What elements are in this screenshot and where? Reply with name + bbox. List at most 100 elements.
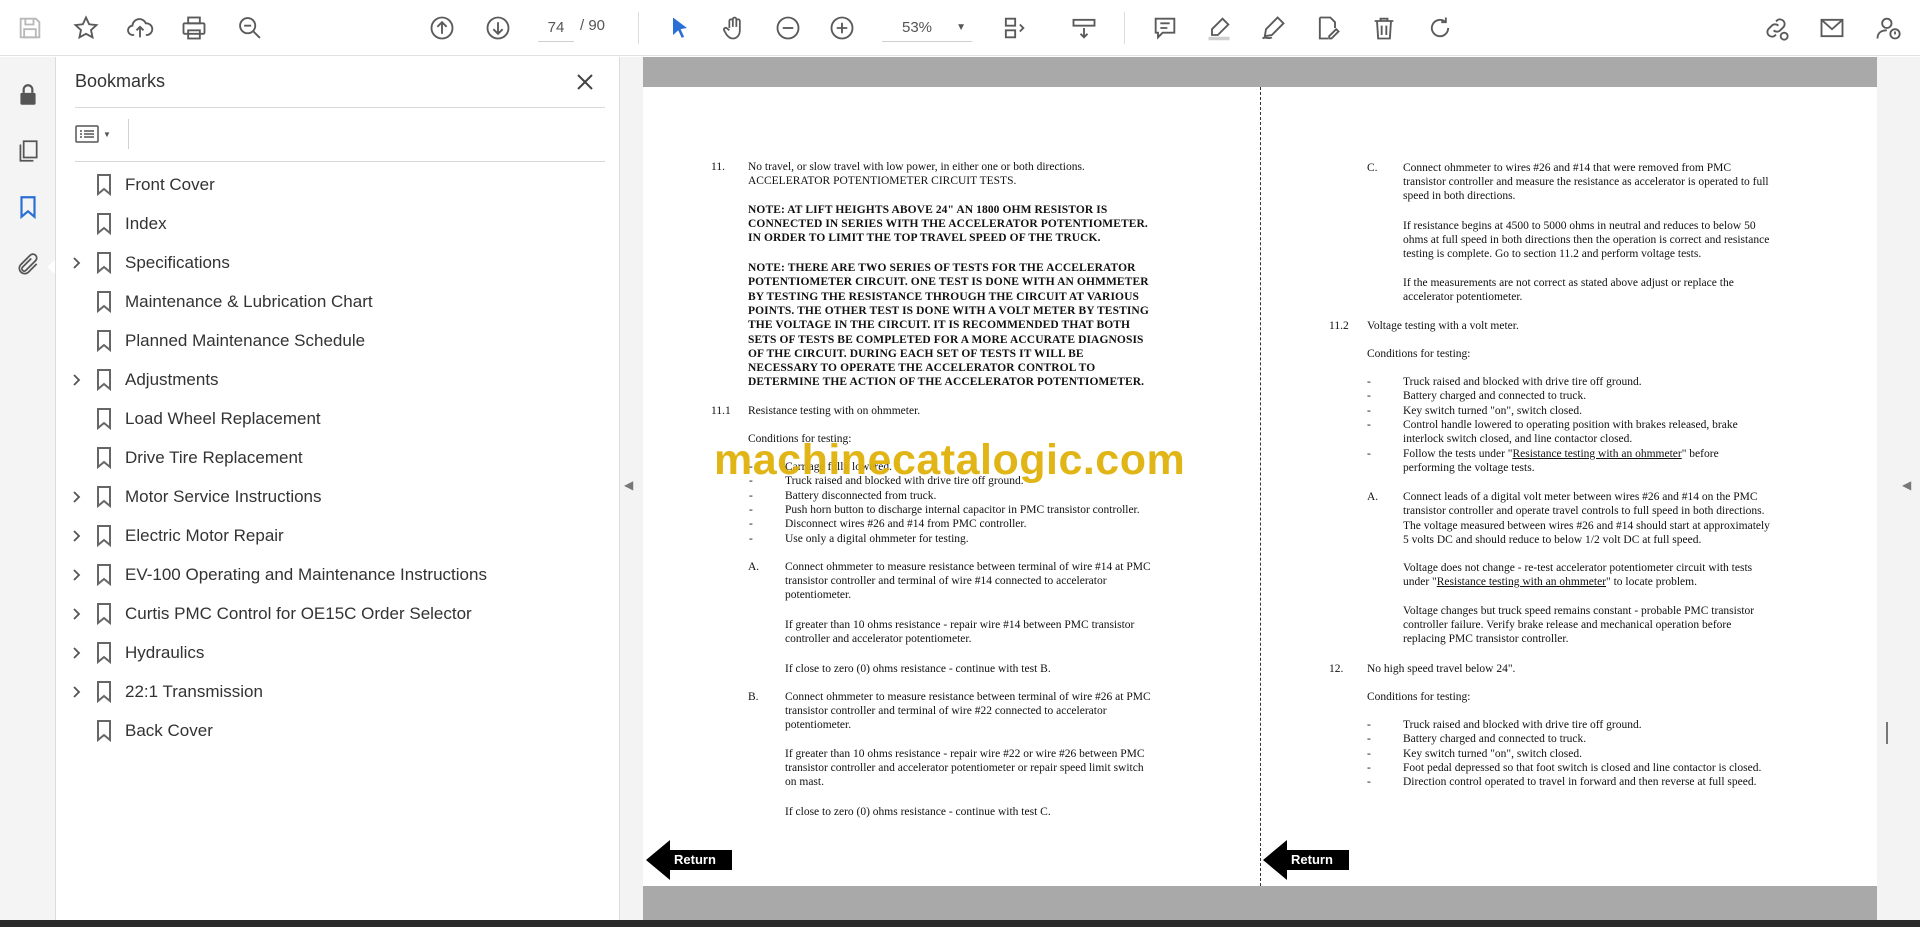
page-divider <box>1260 87 1261 886</box>
bookmark-label: Planned Maintenance Schedule <box>125 330 366 350</box>
zoom-out-icon[interactable] <box>768 8 808 48</box>
share-link-icon[interactable] <box>1756 8 1796 48</box>
bookmark-icon <box>96 485 112 508</box>
section-number: 11.1 <box>711 405 731 417</box>
zoom-in-icon[interactable] <box>822 8 862 48</box>
zoom-select[interactable]: 53% ▼ <box>882 13 972 42</box>
previous-page-icon[interactable] <box>422 8 462 48</box>
text-line: transistor controller and measure the re… <box>1403 176 1769 188</box>
text-line: Connect leads of a digital volt meter be… <box>1403 491 1758 503</box>
page-fit-icon[interactable] <box>994 8 1034 48</box>
bookmark-item[interactable]: Hydraulics <box>56 633 620 672</box>
bookmark-label: Drive Tire Replacement <box>125 447 303 467</box>
bookmark-icon <box>96 563 112 586</box>
lock-icon[interactable] <box>10 77 46 113</box>
vertical-scrollbar-thumb[interactable] <box>1886 722 1888 744</box>
conditions-label: Conditions for testing: <box>1367 348 1471 360</box>
bookmark-icon <box>96 680 112 703</box>
left-nav-rail <box>0 57 56 920</box>
select-cursor-icon[interactable] <box>660 8 700 48</box>
bookmark-item[interactable]: Back Cover <box>56 711 620 750</box>
paragraph: If close to zero (0) ohms resistance - c… <box>785 663 1051 675</box>
bookmark-item[interactable]: Planned Maintenance Schedule <box>56 321 620 360</box>
rotate-icon[interactable] <box>1420 8 1460 48</box>
bookmark-item[interactable]: Specifications <box>56 243 620 282</box>
attachment-icon[interactable] <box>10 247 46 283</box>
bookmark-options-button[interactable]: ▼ <box>75 119 121 149</box>
bookmark-item[interactable]: EV-100 Operating and Maintenance Instruc… <box>56 555 620 594</box>
bookmark-panel-icon[interactable] <box>10 189 46 225</box>
chevron-right-icon[interactable] <box>70 490 84 504</box>
return-arrow-icon <box>646 840 670 880</box>
taskbar-strip <box>0 920 1920 927</box>
text-line: controller and accelerator potentiometer… <box>785 633 972 645</box>
bookmarks-panel: Bookmarks ▼ Front Cover Index Specificatio… <box>56 57 620 920</box>
highlighter-icon[interactable] <box>1199 8 1239 48</box>
bookmark-icon <box>96 212 112 235</box>
text-line: NOTE: AT LIFT HEIGHTS ABOVE 24" AN 1800 … <box>748 204 1108 216</box>
page-gap <box>643 57 1877 87</box>
text-line: transistor controller and terminal of wi… <box>785 575 1107 587</box>
cross-reference-link[interactable]: Resistance testing with an ohmmeter <box>1512 448 1681 460</box>
next-page-icon[interactable] <box>478 8 518 48</box>
bookmark-item[interactable]: Index <box>56 204 620 243</box>
chevron-right-icon[interactable] <box>70 568 84 582</box>
comment-icon[interactable] <box>1145 8 1185 48</box>
bookmark-item[interactable]: Load Wheel Replacement <box>56 399 620 438</box>
bookmark-item[interactable]: 22:1 Transmission <box>56 672 620 711</box>
chevron-right-icon[interactable] <box>70 529 84 543</box>
chevron-right-icon[interactable] <box>70 685 84 699</box>
bookmark-item[interactable]: Adjustments <box>56 360 620 399</box>
conditions-label: Conditions for testing: <box>1367 691 1471 703</box>
draw-pen-icon[interactable] <box>1253 8 1293 48</box>
hand-tool-icon[interactable] <box>714 8 754 48</box>
return-button[interactable]: Return <box>1263 840 1349 880</box>
text-line: testing is complete. Go to section 11.2 … <box>1403 248 1702 260</box>
text-line: potentiometer. <box>785 719 852 731</box>
print-icon[interactable] <box>174 8 214 48</box>
return-button[interactable]: Return <box>646 840 732 880</box>
page-number-input[interactable] <box>538 13 574 42</box>
bullet-text: interlock switch closed, and line contac… <box>1403 433 1633 446</box>
text-line: Voltage changes but truck speed remains … <box>1403 605 1755 617</box>
text-line: potentiometer. <box>785 589 852 601</box>
chevron-right-icon[interactable] <box>70 256 84 270</box>
text-line: on mast. <box>785 776 824 788</box>
panel-divider <box>75 161 605 162</box>
return-label: Return <box>670 850 732 870</box>
bookmark-label: Motor Service Instructions <box>125 486 322 506</box>
bookmark-item[interactable]: Electric Motor Repair <box>56 516 620 555</box>
bullet-text: Follow the tests under "Resistance testi… <box>1403 447 1719 460</box>
text-line: transistor controller and operate travel… <box>1403 505 1765 518</box>
bookmark-label: Adjustments <box>125 369 219 389</box>
bookmark-item[interactable]: Motor Service Instructions <box>56 477 620 516</box>
save-icon[interactable] <box>10 8 50 48</box>
email-icon[interactable] <box>1812 8 1852 48</box>
cross-reference-link[interactable]: Resistance testing with an ohmmeter <box>1437 576 1606 588</box>
upload-cloud-icon[interactable] <box>120 8 160 48</box>
text-line: SETS OF TESTS BE COMPLETED FOR A MORE AC… <box>748 333 1144 346</box>
bullet-text: Battery charged and connected to truck. <box>1403 390 1587 403</box>
watermark-text: machinecatalogic.com <box>714 436 1186 484</box>
bookmark-item[interactable]: Front Cover <box>56 165 620 204</box>
text-line: NOTE: THERE ARE TWO SERIES OF TESTS FOR … <box>748 262 1136 274</box>
close-icon[interactable] <box>570 67 600 97</box>
text-line: replacing PMC transistor controller. <box>1403 633 1569 645</box>
bookmark-item[interactable]: Maintenance & Lubrication Chart <box>56 282 620 321</box>
chevron-right-icon[interactable] <box>70 373 84 387</box>
chevron-down-icon: ▼ <box>956 21 966 33</box>
bullet-text: Control handle lowered to operating posi… <box>1403 418 1738 431</box>
edit-document-icon[interactable] <box>1308 8 1348 48</box>
bookmark-item[interactable]: Drive Tire Replacement <box>56 438 620 477</box>
scroll-mode-icon[interactable] <box>1064 8 1104 48</box>
account-icon[interactable] <box>1868 8 1908 48</box>
collapse-panel-arrow-icon[interactable]: ◀ <box>624 478 633 492</box>
chevron-right-icon[interactable] <box>70 646 84 660</box>
search-zoom-icon[interactable] <box>230 8 270 48</box>
page-thumbnails-icon[interactable] <box>10 133 46 169</box>
expand-right-pane-arrow-icon[interactable]: ◀ <box>1902 478 1911 492</box>
delete-trash-icon[interactable] <box>1364 8 1404 48</box>
chevron-right-icon[interactable] <box>70 607 84 621</box>
bookmark-item[interactable]: Curtis PMC Control for OE15C Order Selec… <box>56 594 620 633</box>
star-icon[interactable] <box>66 8 106 48</box>
